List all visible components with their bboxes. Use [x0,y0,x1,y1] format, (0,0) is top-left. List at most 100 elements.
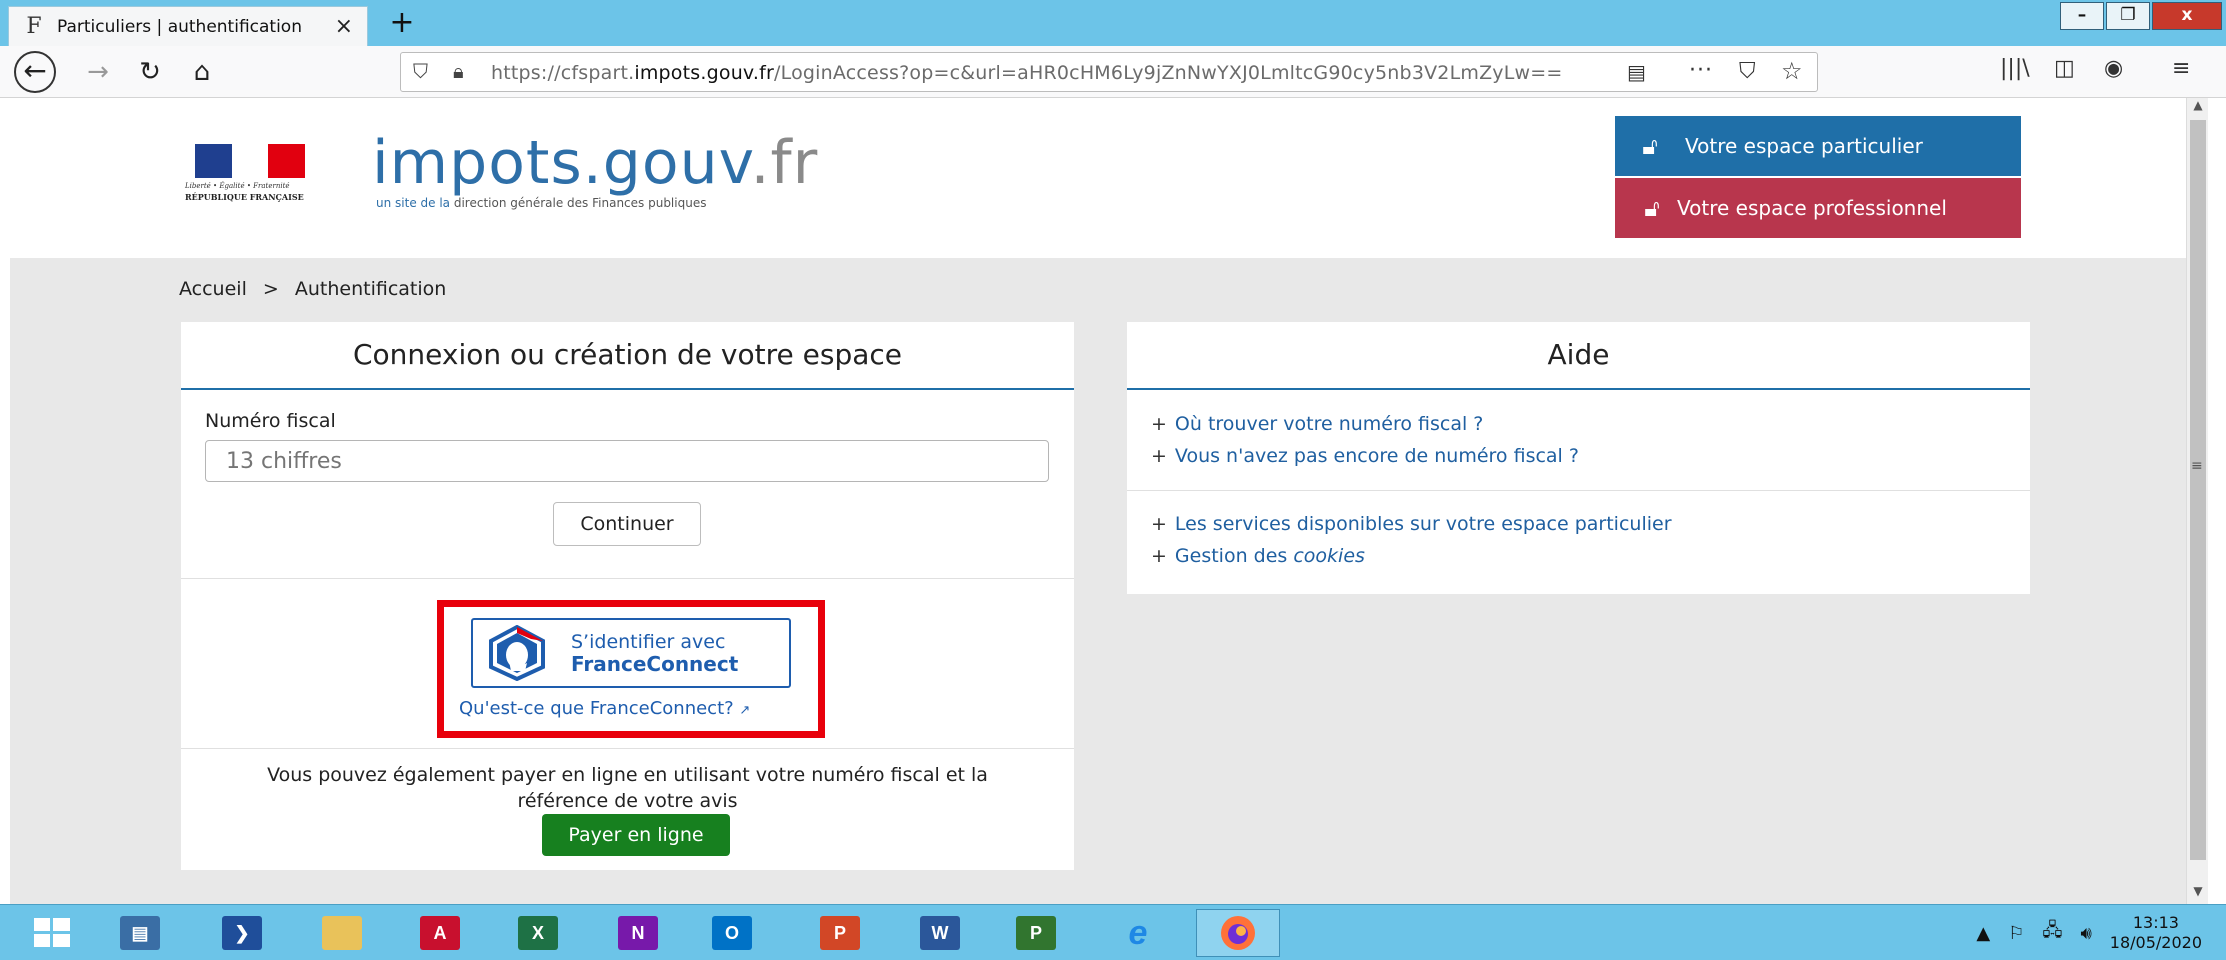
help-link-no-fiscal-number[interactable]: + Vous n'avez pas encore de numéro fiscal… [1151,440,1579,472]
site-brand-logo[interactable]: impots.gouv.fr [372,128,818,198]
site-header: Liberté • Égalité • Fraternité RÉPUBLIQU… [10,98,2186,258]
minimize-button[interactable]: – [2060,2,2104,30]
bookmark-star-icon[interactable]: ☆ [1781,57,1803,85]
taskbar-project[interactable]: P [994,909,1078,957]
login-panel-title: Connexion ou création de votre espace [181,322,1074,390]
onenote-icon: N [618,916,658,950]
account-icon[interactable]: ◉ [2104,56,2123,81]
windows-logo-icon [34,918,70,947]
browser-nav-bar: ← → ↻ ⌂ ⛉ 🔒︎ https://cfspart.impots.gouv… [0,46,2226,98]
restore-button[interactable]: ❐ [2106,2,2150,30]
system-clock[interactable]: 13:13 18/05/2020 [2110,913,2202,953]
server-manager-icon: ▤ [120,916,160,950]
tab-close-icon[interactable]: × [335,14,353,39]
close-window-button[interactable]: x [2152,2,2222,30]
breadcrumb-current: Authentification [294,278,447,300]
outlook-icon: O [712,916,752,950]
taskbar-powershell[interactable]: ❯ [200,909,284,957]
padlock-icon: 🔓︎ [1642,132,1658,160]
divider [181,578,1074,579]
taskbar-powerpoint[interactable]: P [798,909,882,957]
help-links-group: + Les services disponibles sur votre espa… [1151,508,1672,572]
franceconnect-text: S’identifier avec FranceConnect [571,630,739,676]
system-tray: ▲ ⚐ 🖧︎ 🔊︎ 13:13 18/05/2020 [1976,905,2202,960]
url-bar[interactable]: ⛉ 🔒︎ https://cfspart.impots.gouv.fr/Logi… [400,52,1818,92]
scroll-up-arrow-icon[interactable]: ▲ [2187,98,2209,118]
powershell-icon: ❯ [222,916,262,950]
taskbar-onenote[interactable]: N [596,909,680,957]
page-actions-icon[interactable]: ··· [1689,58,1713,83]
library-icon[interactable]: |||\ [2000,56,2030,81]
show-hidden-icons-arrow-icon[interactable]: ▲ [1976,923,1990,944]
scroll-down-arrow-icon[interactable]: ▼ [2187,884,2209,904]
network-icon[interactable]: 🖧︎ [2042,918,2062,948]
help-link-available-services[interactable]: + Les services disponibles sur votre espa… [1151,508,1672,540]
espace-particulier-button[interactable]: 🔓︎ Votre espace particulier [1615,116,2021,176]
help-link-find-fiscal-number[interactable]: + Où trouver votre numéro fiscal ? [1151,408,1579,440]
padlock-icon[interactable]: 🔒︎ [453,59,464,83]
taskbar-word[interactable]: W [898,909,982,957]
new-tab-button[interactable]: + [384,6,420,42]
clock-date: 18/05/2020 [2109,933,2202,952]
breadcrumb: Accueil > Authentification [179,278,446,300]
divider [181,748,1074,749]
start-button[interactable] [10,909,94,957]
help-link-cookies[interactable]: + Gestion des cookies [1151,540,1672,572]
volume-icon[interactable]: 🔊︎ [2080,923,2091,944]
what-is-franceconnect-link[interactable]: Qu'est-ce que FranceConnect? ↗ [459,698,750,719]
hamburger-menu-icon[interactable]: ≡ [2172,56,2190,81]
home-icon[interactable]: ⌂ [184,54,220,90]
taskbar-firefox[interactable] [1196,909,1280,957]
continue-button[interactable]: Continuer [553,502,701,546]
action-center-flag-icon[interactable]: ⚐ [2008,923,2024,944]
help-panel-title: Aide [1127,322,2030,390]
taskbar-outlook[interactable]: O [690,909,774,957]
taskbar-acrobat[interactable]: A [398,909,482,957]
page-scrollbar[interactable]: ▲ ≡ ▼ [2186,98,2208,904]
tracking-shield-icon[interactable]: ⛉ [413,59,428,83]
espace-professionnel-button[interactable]: 🔓︎ Votre espace professionnel [1615,178,2021,238]
external-link-icon: ↗ [739,703,751,718]
franceconnect-logo-icon [487,624,547,682]
site-tagline: un site de la direction générale des Fin… [376,196,707,210]
back-arrow-icon[interactable]: ← [14,51,56,93]
taskbar-file-explorer[interactable] [300,909,384,957]
taskbar-internet-explorer[interactable]: e [1096,909,1180,957]
browser-tab[interactable]: F Particuliers | authentification × [8,6,368,46]
tricolor-flag-icon [195,144,306,178]
breadcrumb-separator: > [262,278,279,300]
powerpoint-icon: P [820,916,860,950]
reader-view-icon[interactable]: ▤ [1627,60,1646,84]
forward-arrow-icon[interactable]: → [80,54,116,90]
reload-icon[interactable]: ↻ [132,54,168,90]
help-links-group: + Où trouver votre numéro fiscal ? + Vous … [1151,408,1579,472]
pocket-icon[interactable]: ⛉ [1739,59,1756,84]
login-panel: Connexion ou création de votre espace Nu… [181,322,1074,870]
project-icon: P [1016,916,1056,950]
windows-taskbar: ▤ ❯ A X N O P W P e ▲ ⚐ 🖧︎ 🔊︎ 13:13 18/0… [0,904,2226,960]
marianne-logo[interactable]: Liberté • Égalité • Fraternité RÉPUBLIQU… [185,144,315,206]
help-panel: Aide + Où trouver votre numéro fiscal ? +… [1127,322,2030,594]
internet-explorer-icon: e [1128,913,1148,952]
acrobat-icon: A [420,916,460,950]
breadcrumb-home-link[interactable]: Accueil [179,278,247,300]
taskbar-server-manager[interactable]: ▤ [98,909,182,957]
franceconnect-button[interactable]: S’identifier avec FranceConnect [471,618,791,688]
taskbar-excel[interactable]: X [496,909,580,957]
espace-professionnel-label: Votre espace professionnel [1677,196,1947,220]
scroll-thumb[interactable] [2190,120,2206,860]
sidebar-icon[interactable]: ◫ [2054,56,2075,81]
divider [1127,490,2030,491]
clock-time: 13:13 [2132,913,2179,932]
pay-online-button[interactable]: Payer en ligne [542,814,730,856]
folder-icon [322,916,362,950]
tab-title: Particuliers | authentification [57,16,302,37]
web-page: Liberté • Égalité • Fraternité RÉPUBLIQU… [10,98,2186,904]
firefox-icon [1221,916,1255,950]
republic-name: RÉPUBLIQUE FRANÇAISE [185,192,304,202]
browser-title-bar: F Particuliers | authentification × + – … [0,0,2226,46]
fiscal-number-input[interactable] [205,440,1049,482]
online-payment-text: Vous pouvez également payer en ligne en … [267,764,988,812]
word-icon: W [920,916,960,950]
url-text[interactable]: https://cfspart.impots.gouv.fr/LoginAcce… [491,62,1563,84]
